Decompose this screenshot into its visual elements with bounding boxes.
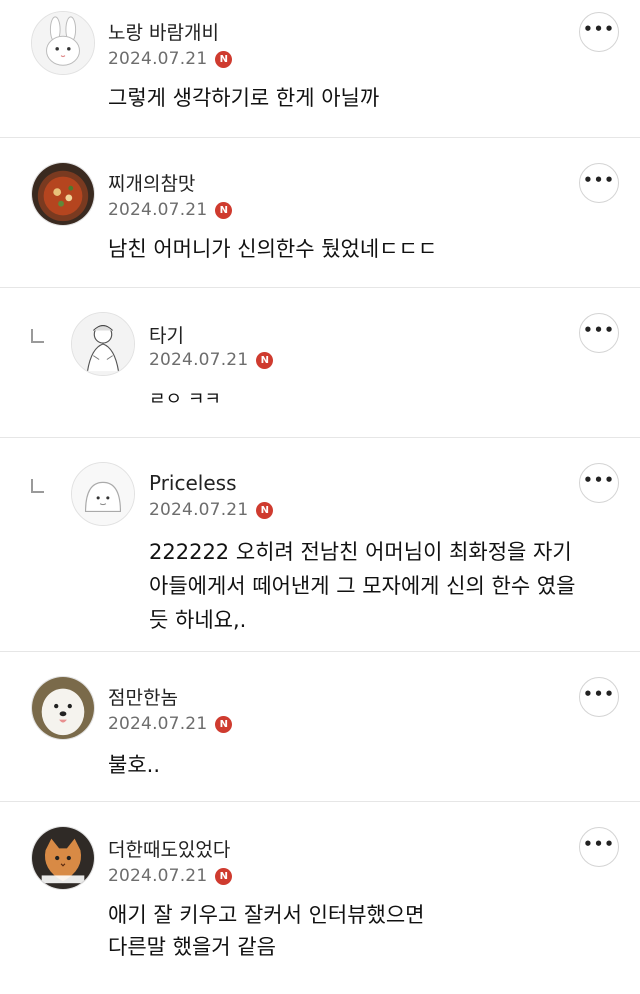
comment-text: 남친 어머니가 신의한수 뒀었네ㄷㄷㄷ bbox=[108, 237, 438, 261]
blob-avatar-icon[interactable] bbox=[71, 462, 135, 526]
comment-item: 노랑 바람개비 2024.07.21 N 그렇게 생각하기로 한게 아닐까 ••… bbox=[0, 0, 640, 138]
comment-item: 점만한놈 2024.07.21 N 불호.. ••• bbox=[0, 652, 640, 802]
more-options-button[interactable]: ••• bbox=[579, 12, 619, 52]
bunny-avatar-icon[interactable] bbox=[31, 11, 95, 75]
comment-meta: 2024.07.21 N bbox=[108, 866, 233, 886]
stew-avatar-icon[interactable] bbox=[31, 162, 95, 226]
cat-avatar-icon[interactable] bbox=[31, 826, 95, 890]
comment-text: 애기 잘 키우고 잘커서 인터뷰했으면 다른말 했을거 같음 bbox=[108, 903, 425, 959]
reply-item: Priceless 2024.07.21 N 222222 오히려 전남친 어머… bbox=[0, 438, 640, 652]
comment-meta: 2024.07.21 N bbox=[149, 500, 274, 520]
more-icon: ••• bbox=[583, 20, 615, 38]
comment-author[interactable]: 타기 bbox=[149, 321, 184, 348]
comment-text: 그렇게 생각하기로 한게 아닐까 bbox=[108, 86, 380, 110]
comment-author[interactable]: Priceless bbox=[149, 471, 237, 495]
reply-item: 타기 2024.07.21 N ㄹㅇ ㅋㅋ ••• bbox=[0, 288, 640, 438]
comment-text: 222222 오히려 전남친 어머님이 최화정을 자기 아들에게서 떼어낸게 그… bbox=[149, 540, 576, 632]
more-options-button[interactable]: ••• bbox=[579, 463, 619, 503]
comment-date: 2024.07.21 bbox=[108, 49, 208, 69]
comment-meta: 2024.07.21 N bbox=[108, 714, 233, 734]
new-badge: N bbox=[256, 501, 274, 519]
more-icon: ••• bbox=[583, 835, 615, 853]
more-options-button[interactable]: ••• bbox=[579, 313, 619, 353]
more-icon: ••• bbox=[583, 471, 615, 489]
reply-arrow-icon bbox=[31, 479, 44, 493]
comment-author[interactable]: 점만한놈 bbox=[108, 683, 178, 710]
comment-item: 더한때도있었다 2024.07.21 N 애기 잘 키우고 잘커서 인터뷰했으면… bbox=[0, 802, 640, 994]
comment-author[interactable]: 노랑 바람개비 bbox=[108, 18, 219, 45]
comment-text: 불호.. bbox=[108, 753, 160, 777]
new-badge: N bbox=[215, 50, 233, 68]
comment-date: 2024.07.21 bbox=[108, 866, 208, 886]
comment-meta: 2024.07.21 N bbox=[108, 49, 233, 69]
more-options-button[interactable]: ••• bbox=[579, 677, 619, 717]
more-icon: ••• bbox=[583, 171, 615, 189]
comment-meta: 2024.07.21 N bbox=[149, 350, 274, 370]
comment-date: 2024.07.21 bbox=[108, 714, 208, 734]
comment-date: 2024.07.21 bbox=[149, 350, 249, 370]
dog-avatar-icon[interactable] bbox=[31, 676, 95, 740]
new-badge: N bbox=[215, 201, 233, 219]
new-badge: N bbox=[256, 351, 274, 369]
more-options-button[interactable]: ••• bbox=[579, 163, 619, 203]
reply-arrow-icon bbox=[31, 329, 44, 343]
more-icon: ••• bbox=[583, 685, 615, 703]
more-icon: ••• bbox=[583, 321, 615, 339]
comment-item: 찌개의참맛 2024.07.21 N 남친 어머니가 신의한수 뒀었네ㄷㄷㄷ •… bbox=[0, 138, 640, 288]
new-badge: N bbox=[215, 867, 233, 885]
more-options-button[interactable]: ••• bbox=[579, 827, 619, 867]
comment-date: 2024.07.21 bbox=[108, 200, 208, 220]
comment-author[interactable]: 찌개의참맛 bbox=[108, 169, 195, 196]
sketch-person-avatar-icon[interactable] bbox=[71, 312, 135, 376]
comment-date: 2024.07.21 bbox=[149, 500, 249, 520]
new-badge: N bbox=[215, 715, 233, 733]
comment-author[interactable]: 더한때도있었다 bbox=[108, 835, 230, 862]
comment-text: ㄹㅇ ㅋㅋ bbox=[149, 389, 221, 410]
comment-meta: 2024.07.21 N bbox=[108, 200, 233, 220]
